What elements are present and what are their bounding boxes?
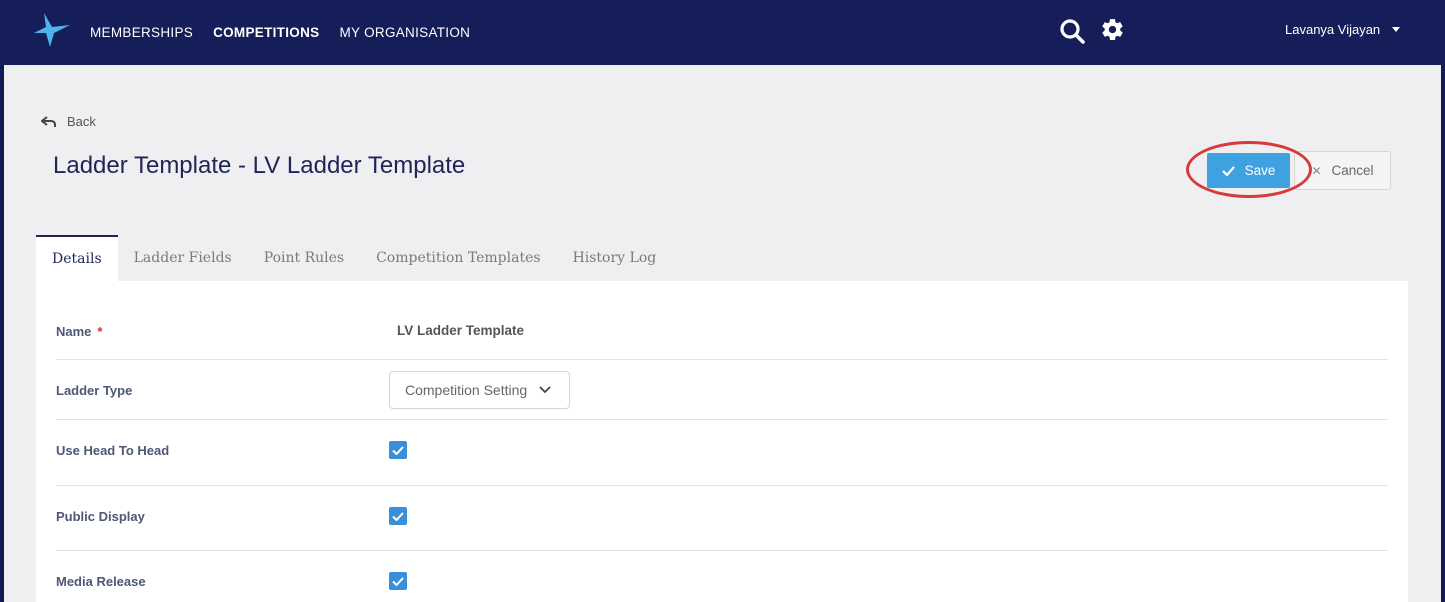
public-display-label: Public Display: [56, 509, 145, 524]
top-navbar: MEMBERSHIPS COMPETITIONS MY ORGANISATION…: [0, 0, 1445, 65]
required-mark: *: [97, 324, 103, 339]
tab-ladder-fields[interactable]: Ladder Fields: [118, 235, 248, 281]
back-label: Back: [67, 114, 96, 129]
nav-my-organisation[interactable]: MY ORGANISATION: [339, 25, 470, 40]
tab-bar: Details Ladder Fields Point Rules Compet…: [36, 235, 672, 281]
app-logo-icon[interactable]: [34, 13, 70, 47]
page-title: Ladder Template - LV Ladder Template: [53, 152, 466, 179]
form-row-public-display: Public Display: [56, 486, 1388, 551]
user-menu[interactable]: Lavanya Vijayan: [1285, 22, 1401, 37]
search-icon[interactable]: [1059, 18, 1085, 44]
user-name: Lavanya Vijayan: [1285, 22, 1381, 37]
checkmark-icon: [392, 511, 404, 521]
close-icon: ✕: [1311, 163, 1322, 178]
form-row-name: Name * LV Ladder Template: [56, 281, 1388, 360]
form-row-media-release: Media Release: [56, 551, 1388, 602]
name-label: Name *: [56, 324, 103, 339]
chevron-down-icon: [539, 386, 551, 394]
checkmark-icon: [392, 576, 404, 586]
details-panel: Name * LV Ladder Template Ladder Type Com…: [36, 281, 1408, 602]
tab-competition-templates[interactable]: Competition Templates: [360, 235, 556, 281]
tab-history-log[interactable]: History Log: [557, 235, 673, 281]
nav-competitions[interactable]: COMPETITIONS: [213, 25, 319, 40]
use-head-to-head-label: Use Head To Head: [56, 443, 170, 458]
form-row-use-head-to-head: Use Head To Head: [56, 420, 1388, 486]
media-release-checkbox[interactable]: [389, 572, 407, 590]
gear-icon[interactable]: [1100, 17, 1125, 42]
back-arrow-icon: [41, 115, 56, 127]
tab-point-rules[interactable]: Point Rules: [248, 235, 360, 281]
use-head-to-head-checkbox[interactable]: [389, 441, 407, 459]
main-nav: MEMBERSHIPS COMPETITIONS MY ORGANISATION: [90, 0, 470, 65]
back-link[interactable]: Back: [41, 114, 96, 129]
cancel-button-label: Cancel: [1331, 163, 1374, 178]
ladder-type-label: Ladder Type: [56, 383, 133, 398]
main-content: Back Ladder Template - LV Ladder Templat…: [4, 65, 1441, 602]
checkmark-icon: [392, 445, 404, 455]
ladder-type-select[interactable]: Competition Setting: [389, 371, 570, 409]
name-value[interactable]: LV Ladder Template: [397, 323, 524, 338]
nav-memberships[interactable]: MEMBERSHIPS: [90, 25, 193, 40]
save-highlight-annotation: [1186, 141, 1312, 198]
ladder-type-value: Competition Setting: [405, 382, 528, 398]
form-row-ladder-type: Ladder Type Competition Setting: [56, 360, 1388, 420]
public-display-checkbox[interactable]: [389, 507, 407, 525]
tab-details[interactable]: Details: [36, 235, 118, 281]
media-release-label: Media Release: [56, 574, 146, 589]
chevron-down-icon: [1392, 27, 1401, 32]
